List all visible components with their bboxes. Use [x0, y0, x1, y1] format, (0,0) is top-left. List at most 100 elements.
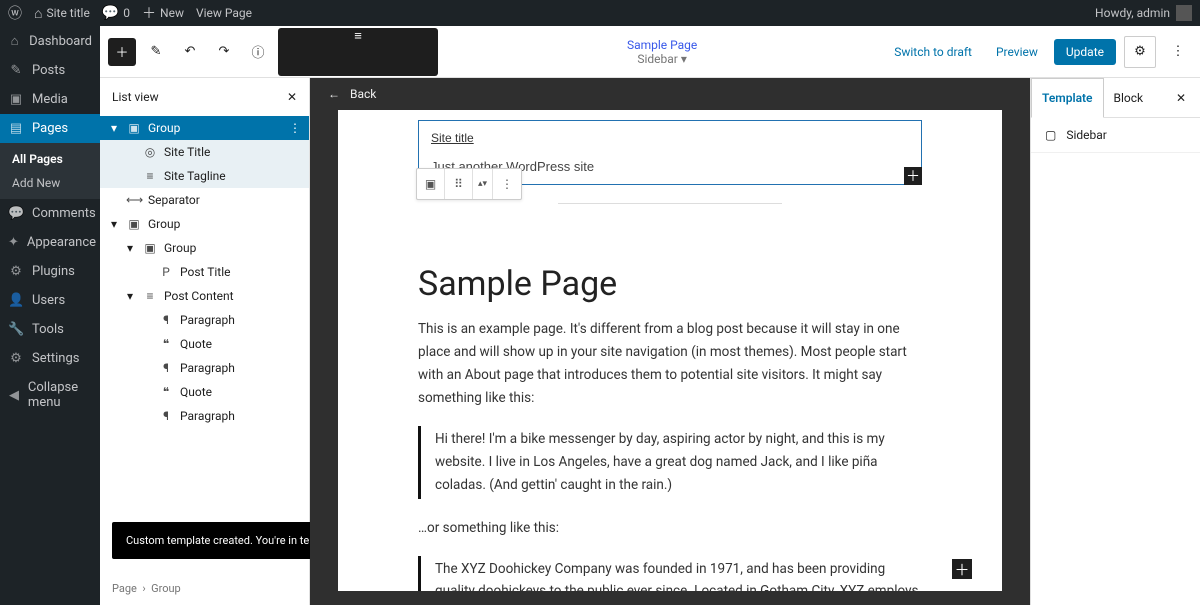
tab-template[interactable]: Template	[1031, 78, 1104, 118]
tree-options-button[interactable]: ⋮	[289, 121, 301, 135]
breadcrumb: Page › Group	[100, 572, 309, 605]
crumb-group[interactable]: Group	[151, 582, 181, 595]
sidebar-item-tools[interactable]: 🔧Tools	[0, 315, 100, 344]
block-icon: ¶	[158, 313, 174, 327]
block-icon: ❝	[158, 385, 174, 399]
undo-button[interactable]: ↶	[176, 38, 204, 66]
site-home-link[interactable]: ⌂Site title	[34, 5, 90, 22]
details-button[interactable]: ⓘ	[244, 38, 272, 66]
crumb-page[interactable]: Page	[112, 582, 137, 595]
block-tree: ▾▣Group ⋮ ◎ Site Title ≡Site Tagline⟷Separat…	[100, 116, 309, 572]
inspector-close-button[interactable]: ✕	[1162, 91, 1200, 105]
editor: ＋ ✎ ↶ ↷ ⓘ ≡ Sample Page Sidebar ▾ Switch…	[100, 26, 1200, 605]
sidebar-item-pages[interactable]: ▤Pages	[0, 114, 100, 143]
add-block-button[interactable]: ＋	[108, 38, 136, 66]
sidebar-item-settings[interactable]: ⚙Settings	[0, 344, 100, 373]
listview-toggle-button[interactable]: ≡	[278, 28, 438, 76]
gear-icon: ⚙	[1134, 44, 1146, 59]
tree-item[interactable]: ▾ ≡ Post Content	[100, 284, 309, 308]
tree-item[interactable]: ◎ Site Title	[100, 140, 309, 164]
twisty-icon[interactable]: ▾	[124, 289, 136, 303]
collapse-icon: ◀	[8, 388, 20, 403]
tree-label: Site Title	[164, 145, 210, 159]
settings-toggle-button[interactable]: ⚙	[1124, 36, 1156, 68]
trailing-appender-button[interactable]: ＋	[952, 559, 972, 579]
tree-item[interactable]: ▾▣Group⋮	[100, 116, 309, 140]
options-button[interactable]: ⋮	[1164, 38, 1192, 66]
block-icon: ¶	[158, 361, 174, 375]
inspector-tabs: Template Block ✕	[1031, 78, 1200, 118]
appender-button[interactable]: ＋	[904, 167, 922, 185]
post-title-block[interactable]: Sample Page	[418, 264, 922, 304]
submenu-all-pages[interactable]: All Pages	[0, 147, 100, 171]
back-label[interactable]: Back	[350, 87, 376, 101]
tree-label: Paragraph	[180, 409, 235, 423]
listview-close-button[interactable]: ✕	[287, 90, 297, 104]
preview-button[interactable]: Preview	[988, 41, 1046, 63]
paragraph-block[interactable]: This is an example page. It's different …	[418, 318, 922, 410]
posts-icon: ✎	[8, 63, 24, 78]
sidebar-item-dashboard[interactable]: ⌂Dashboard	[0, 26, 100, 56]
tree-item[interactable]: PPost Title	[100, 260, 309, 284]
separator-block[interactable]	[558, 203, 782, 204]
site-title-block[interactable]: Site title	[431, 131, 909, 145]
tree-label: Paragraph	[180, 361, 235, 375]
block-icon: ◎	[142, 145, 158, 159]
tree-label: Quote	[180, 337, 212, 351]
quote-block[interactable]: The XYZ Doohickey Company was founded in…	[418, 556, 922, 592]
tools-button[interactable]: ✎	[142, 38, 170, 66]
tree-label: Post Content	[164, 289, 234, 303]
block-type-button[interactable]: ▣	[417, 169, 445, 199]
submenu-add-new[interactable]: Add New	[0, 171, 100, 195]
quote-block[interactable]: Hi there! I'm a bike messenger by day, a…	[418, 426, 922, 499]
comments-link[interactable]: 💬0	[102, 5, 130, 21]
pages-icon: ▤	[8, 121, 24, 136]
twisty-icon[interactable]: ▾	[108, 121, 120, 135]
howdy-label: Howdy, admin	[1095, 6, 1170, 20]
tree-item[interactable]: ❝Quote	[100, 380, 309, 404]
block-options-button[interactable]: ⋮	[493, 169, 521, 199]
twisty-icon[interactable]: ▾	[124, 241, 136, 255]
tab-block[interactable]: Block	[1104, 79, 1154, 117]
new-link[interactable]: ＋New	[142, 3, 184, 23]
sidebar-item-posts[interactable]: ✎Posts	[0, 56, 100, 85]
back-icon[interactable]: ←	[328, 87, 340, 101]
redo-button[interactable]: ↷	[210, 38, 238, 66]
plugins-icon: ⚙	[8, 264, 24, 279]
tree-item[interactable]: ⟷Separator	[100, 188, 309, 212]
tree-item[interactable]: ▾▣Group	[100, 212, 309, 236]
sidebar-item-appearance[interactable]: ✦Appearance	[0, 228, 100, 257]
twisty-icon[interactable]: ▾	[108, 217, 120, 231]
tree-item[interactable]: ¶ Paragraph	[100, 356, 309, 380]
tree-item[interactable]: ≡Site Tagline	[100, 164, 309, 188]
undo-icon: ↶	[185, 44, 196, 59]
howdy-link[interactable]: Howdy, admin	[1095, 6, 1170, 20]
tree-item[interactable]: ¶Paragraph	[100, 404, 309, 428]
sidebar-item-users[interactable]: 👤Users	[0, 286, 100, 315]
wp-logo[interactable]: ⓦ	[8, 3, 22, 23]
tree-item[interactable]: ❝Quote	[100, 332, 309, 356]
sidebar-item-media[interactable]: ▣Media	[0, 85, 100, 114]
sidebar-item-collapse[interactable]: ◀Collapse menu	[0, 373, 100, 417]
paragraph-block[interactable]: …or something like this:	[418, 517, 922, 540]
template-area-row[interactable]: ▢ Sidebar	[1031, 118, 1200, 153]
template-selector[interactable]: Sidebar ▾	[438, 52, 886, 66]
tree-item[interactable]: ¶Paragraph	[100, 308, 309, 332]
update-button[interactable]: Update	[1054, 39, 1116, 65]
canvas[interactable]: Site title Just another WordPress site ＋…	[338, 110, 1002, 591]
sidebar-item-plugins[interactable]: ⚙Plugins	[0, 257, 100, 286]
sidebar-item-comments[interactable]: 💬Comments	[0, 199, 100, 228]
inspector-panel: Template Block ✕ ▢ Sidebar	[1030, 78, 1200, 605]
editor-body: List view ✕ ▾▣Group⋮◎Site Title≡Site Tag…	[100, 78, 1200, 605]
plus-icon: ＋	[115, 42, 128, 61]
switch-draft-button[interactable]: Switch to draft	[886, 41, 980, 63]
view-page-link[interactable]: View Page	[196, 6, 252, 20]
block-icon: ≡	[142, 289, 158, 303]
doc-title[interactable]: Sample Page	[438, 38, 886, 52]
drag-handle[interactable]: ⠿	[445, 169, 473, 199]
block-icon: ≡	[142, 169, 158, 183]
tree-item[interactable]: ▾▣Group	[100, 236, 309, 260]
back-bar: ← Back	[310, 78, 1030, 110]
block-icon: ▣	[126, 121, 142, 135]
mover-buttons[interactable]: ▴▾	[473, 169, 493, 199]
